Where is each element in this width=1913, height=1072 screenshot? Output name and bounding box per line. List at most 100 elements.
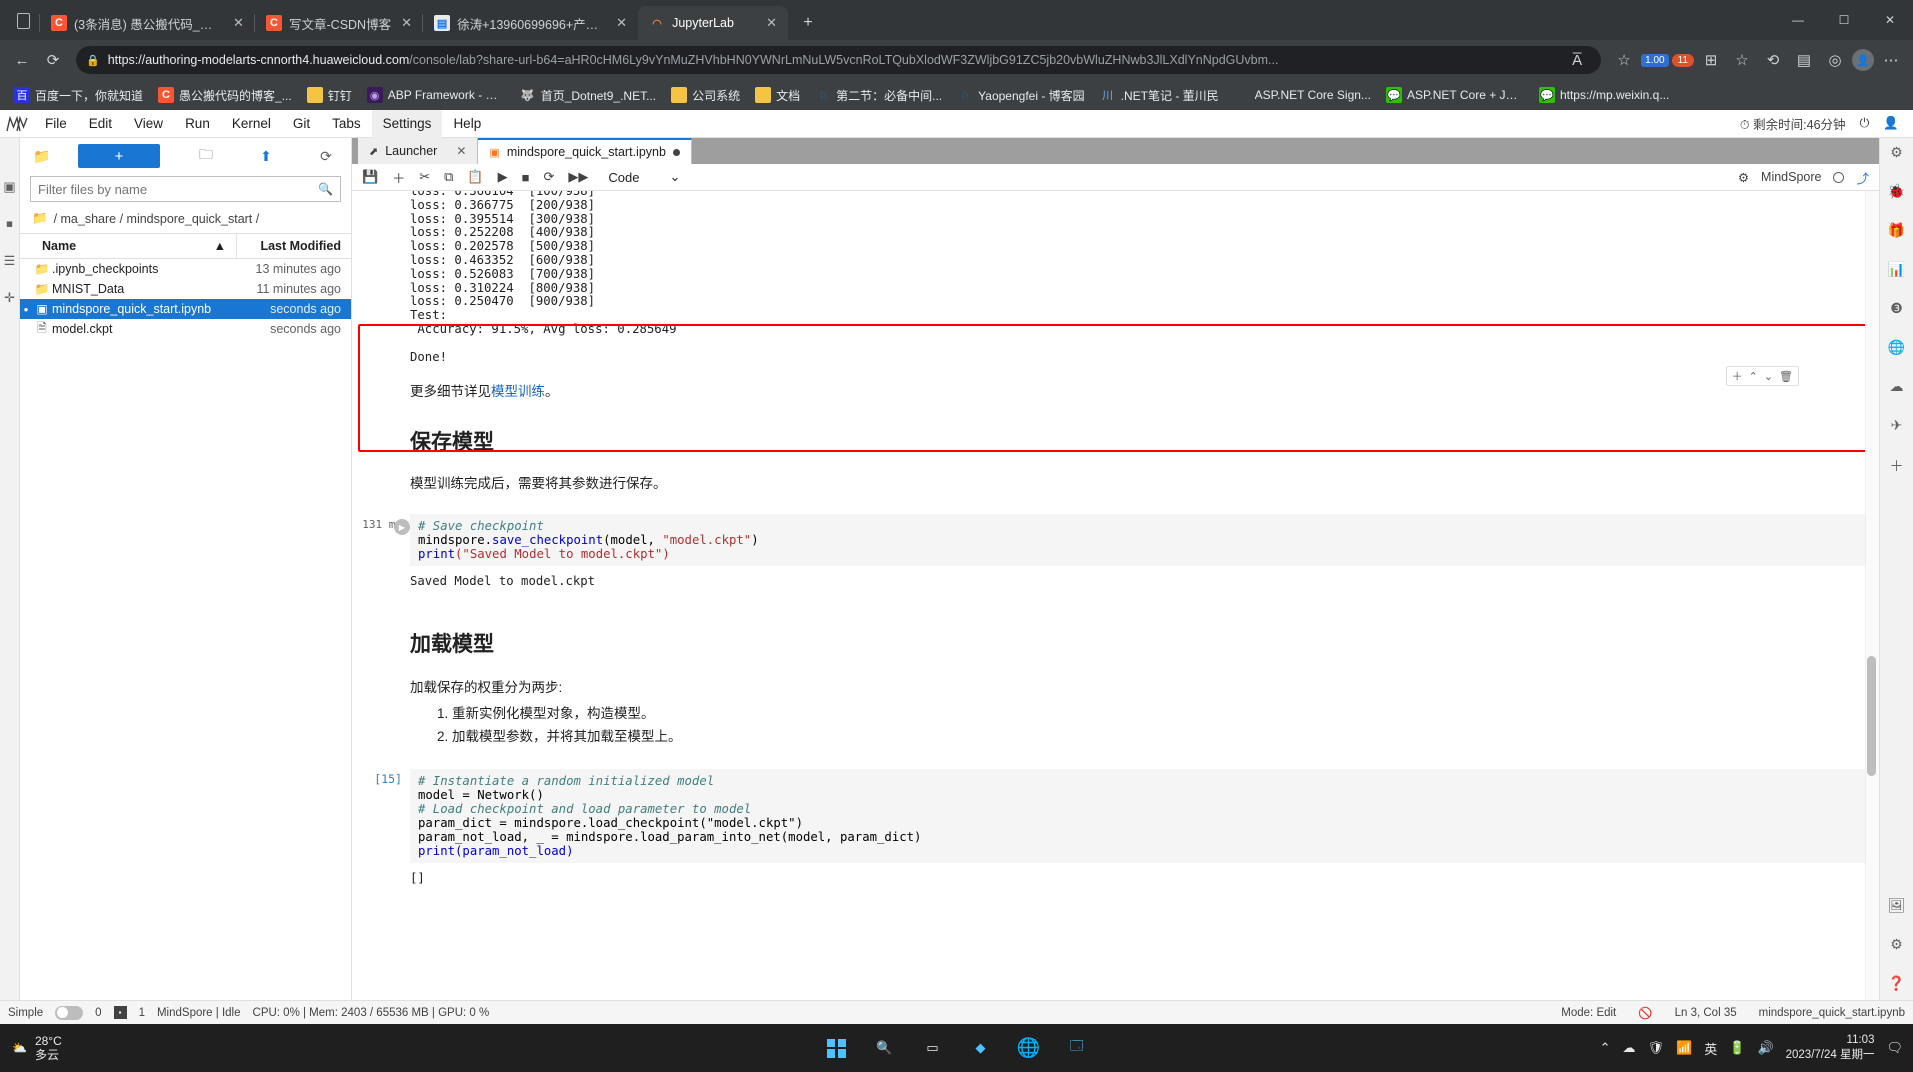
volume-icon[interactable]: 🔊 [1757, 1040, 1773, 1056]
widgets-icon[interactable]: ◆ [964, 1031, 998, 1065]
gift-icon[interactable]: 🎁 [1888, 222, 1905, 239]
bookmark-item[interactable]: 💬 https://mp.weixin.q... [1533, 84, 1675, 106]
maximize-button[interactable]: ☐ [1821, 0, 1867, 40]
close-icon[interactable]: ✕ [613, 15, 630, 32]
new-folder-icon[interactable]: 🗀 [192, 144, 220, 168]
menu-tabs[interactable]: Tabs [321, 110, 372, 138]
app-window-icon[interactable]: 🗔 [1060, 1031, 1094, 1065]
breadcrumb[interactable]: 📁 / ma_share / mindspore_quick_start / [20, 208, 351, 233]
filter-files-input[interactable] [38, 181, 319, 197]
power-icon[interactable]: ⏻ [1860, 116, 1870, 131]
extensions-icon[interactable]: ✛ [4, 291, 15, 304]
run-icon[interactable]: ▶ [498, 169, 508, 185]
history-icon[interactable]: ⟲ [1759, 46, 1787, 74]
debugger-icon[interactable]: 🐞 [1888, 183, 1905, 200]
profile-avatar-icon[interactable]: 👤 [1852, 49, 1874, 71]
coupon-badge[interactable]: 1.00 [1641, 53, 1669, 67]
refresh-icon[interactable]: ⟳ [312, 144, 340, 168]
dock-tab-notebook[interactable]: ▣ mindspore_quick_start.ipynb [478, 138, 692, 164]
bookmark-item[interactable]: 🐺 首页_Dotnet9_.NET... [514, 84, 662, 107]
image-icon[interactable]: 🖼 [1888, 897, 1906, 914]
back-icon[interactable]: ← [8, 46, 36, 74]
menu-help[interactable]: Help [442, 110, 492, 138]
browser-tab-3[interactable]: ▤ 徐涛+13960699696+产品体验评 ✕ [422, 6, 639, 40]
network-icon[interactable]: 📶 [1676, 1040, 1692, 1056]
task-view-icon[interactable]: ▭ [916, 1031, 950, 1065]
bookmark-item[interactable]: 川 .NET笔记 - 董川民 [1094, 84, 1225, 107]
close-icon[interactable]: ✕ [456, 144, 466, 158]
restart-icon[interactable]: ⟳ [543, 169, 554, 185]
tab-search-icon[interactable] [6, 4, 40, 38]
browser-tab-2[interactable]: C 写文章-CSDN博客 ✕ [253, 6, 424, 40]
bookmark-item[interactable]: 💬 ASP.NET Core + Jen... [1380, 84, 1530, 106]
insert-cell-icon[interactable]: ＋ [392, 168, 405, 187]
close-icon[interactable]: ✕ [230, 15, 247, 32]
new-launcher-button[interactable]: + [78, 144, 160, 168]
delete-cell-icon[interactable]: 🗑 [1779, 370, 1793, 383]
cell-source-load[interactable]: # Instantiate a random initialized model… [410, 769, 1879, 864]
property-inspector-icon[interactable]: ⚙ [1890, 144, 1903, 161]
weather-widget[interactable]: ⛅ 28°C 多云 [0, 1034, 62, 1062]
menu-run[interactable]: Run [174, 110, 221, 138]
notification-icon[interactable]: 🗨 [1886, 1040, 1903, 1056]
upload-icon[interactable]: ⬆ [252, 144, 280, 168]
file-list-item[interactable]: 🗎 model.ckpt seconds ago [20, 319, 351, 339]
chart-icon[interactable]: 📊 [1888, 261, 1905, 278]
clock[interactable]: 11:03 2023/7/24 星期一 [1786, 1033, 1875, 1063]
start-icon[interactable] [820, 1031, 854, 1065]
menu-kernel[interactable]: Kernel [221, 110, 282, 138]
kernel-count[interactable]: 1 [139, 1007, 145, 1019]
notebook-scrollbar-track[interactable] [1865, 191, 1879, 1000]
cell-toolbar[interactable]: ＋ ⌃ ⌄ 🗑 [1725, 366, 1799, 386]
code-cell-save-checkpoint[interactable]: 131 ms ▶ # Save checkpoint mindspore.sav… [352, 514, 1879, 567]
column-header-modified[interactable]: Last Modified [237, 234, 351, 258]
menu-edit[interactable]: Edit [78, 110, 123, 138]
address-bar[interactable]: 🔒 https://authoring-modelarts-cnnorth4.h… [76, 46, 1602, 74]
menu-view[interactable]: View [123, 110, 174, 138]
unsaved-indicator-icon[interactable] [672, 148, 680, 156]
kernel-status[interactable]: MindSpore | Idle [157, 1007, 241, 1019]
move-down-icon[interactable]: ⌄ [1764, 370, 1773, 383]
battery-icon[interactable]: 🔋 [1729, 1040, 1745, 1056]
menu-git[interactable]: Git [282, 110, 321, 138]
cut-icon[interactable]: ✂ [419, 169, 430, 185]
cell-type-select[interactable]: Code ⌄ [608, 169, 680, 185]
model-training-link[interactable]: 模型训练 [491, 384, 545, 399]
security-icon[interactable]: 🛡 [1648, 1040, 1665, 1056]
plus-icon[interactable]: ＋ [1890, 456, 1904, 476]
globe-icon[interactable]: 🌐 [1888, 339, 1905, 356]
onedrive-icon[interactable]: ☁ [1623, 1040, 1636, 1056]
menu-settings[interactable]: Settings [371, 109, 443, 138]
cloud-icon[interactable]: ☁ [1890, 378, 1904, 395]
layers-icon[interactable]: ❸ [1890, 300, 1903, 317]
browser-tab-4[interactable]: ◠ JupyterLab ✕ [638, 6, 789, 40]
add-cell-icon[interactable]: ＋ [1732, 368, 1743, 384]
dock-tab-launcher[interactable]: ⬈ Launcher ✕ [358, 138, 479, 164]
bookmark-item[interactable]: ◉ ABP Framework - O... [361, 84, 511, 106]
paste-icon[interactable]: 📋 [467, 169, 483, 185]
favorites-bar-icon[interactable]: ☆ [1728, 46, 1756, 74]
settings-gear-icon[interactable]: ⚙ [1890, 936, 1903, 953]
favorite-star-icon[interactable]: ☆ [1610, 46, 1638, 74]
send-icon[interactable]: ✈ [1891, 417, 1903, 434]
running-terminals-icon[interactable]: ⏹ [6, 217, 13, 230]
bookmark-item[interactable]: ASP.NET Core Sign... [1228, 84, 1377, 106]
menu-file[interactable]: File [34, 110, 78, 138]
file-list-item-selected[interactable]: • ▣ mindspore_quick_start.ipynb seconds … [20, 299, 351, 319]
copy-icon[interactable]: ⧉ [444, 169, 453, 185]
run-cell-icon[interactable]: ▶ [394, 519, 410, 536]
translate-icon[interactable]: A̅ [1563, 46, 1591, 74]
simple-mode-toggle[interactable] [55, 1005, 84, 1020]
folder-icon[interactable]: 📁 [28, 144, 56, 168]
user-icon[interactable]: 👤 [1883, 116, 1899, 131]
close-icon[interactable]: ✕ [398, 15, 415, 32]
bookmark-item[interactable]: 文档 [749, 84, 806, 107]
column-header-name[interactable]: Name ▲ [20, 234, 237, 258]
code-cell-load-model[interactable]: [15] # Instantiate a random initialized … [352, 769, 1879, 864]
close-icon[interactable]: ✕ [763, 15, 780, 32]
notebook-scrollbar-thumb[interactable] [1867, 656, 1876, 776]
notification-badge[interactable]: 11 [1671, 53, 1694, 67]
bookmark-item[interactable]: 百百度一下，你就知道 [8, 84, 149, 107]
bookmark-item[interactable]: ♘ Yaopengfei - 博客园 [951, 84, 1091, 107]
notebook-scroll-area[interactable]: loss: 0.366104 [100/938] loss: 0.366775 … [352, 191, 1879, 1000]
